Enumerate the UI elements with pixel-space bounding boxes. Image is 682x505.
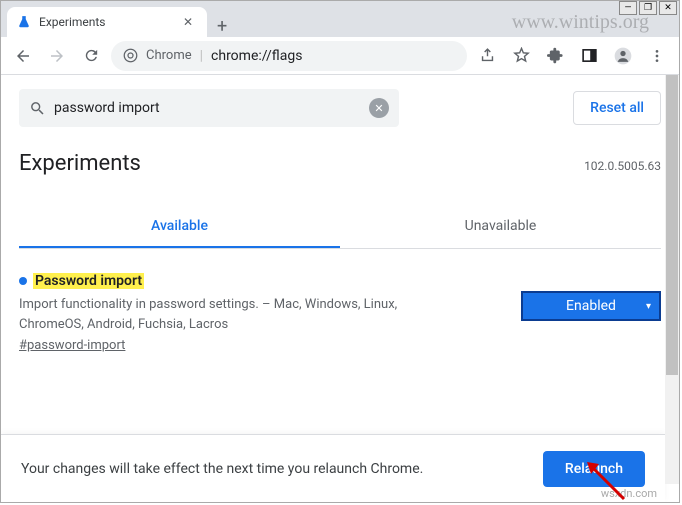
clear-search-icon[interactable]: ✕ — [369, 98, 389, 118]
search-icon — [29, 100, 46, 117]
relaunch-button[interactable]: Relaunch — [543, 451, 645, 487]
relaunch-message: Your changes will take effect the next t… — [21, 461, 531, 477]
tabs-row: Available Unavailable — [19, 206, 661, 249]
back-button[interactable] — [9, 42, 37, 70]
browser-tab-strip: Experiments ✕ + — ❐ ✕ — [1, 1, 679, 37]
bookmark-icon[interactable] — [507, 42, 535, 70]
scrollbar[interactable] — [665, 75, 679, 484]
profile-icon[interactable] — [609, 42, 637, 70]
chrome-version-label: 102.0.5005.63 — [584, 159, 661, 173]
url-separator: | — [200, 48, 203, 64]
reload-button[interactable] — [77, 42, 105, 70]
flag-item: Password import Import functionality in … — [19, 249, 661, 371]
browser-tab[interactable]: Experiments ✕ — [7, 7, 207, 37]
address-bar[interactable]: Chrome | chrome://flags — [111, 41, 467, 71]
reset-all-button[interactable]: Reset all — [573, 91, 661, 125]
chrome-logo-icon — [123, 48, 138, 63]
scrollbar-thumb[interactable] — [666, 75, 678, 375]
page-title: Experiments — [19, 151, 141, 176]
flag-state-dropdown[interactable]: Enabled ▾ — [521, 291, 661, 321]
relaunch-bar: Your changes will take effect the next t… — [1, 434, 665, 502]
tab-available[interactable]: Available — [19, 206, 340, 248]
window-minimize-button[interactable]: — — [619, 1, 637, 15]
flags-search-box[interactable]: ✕ — [19, 89, 399, 127]
chevron-down-icon: ▾ — [646, 301, 651, 312]
flag-title: Password import — [33, 273, 144, 289]
window-maximize-button[interactable]: ❐ — [639, 1, 657, 15]
tab-title: Experiments — [39, 15, 171, 29]
flag-anchor-link[interactable]: #password-import — [19, 338, 125, 353]
modified-dot-icon — [19, 277, 27, 285]
flask-icon — [17, 15, 31, 29]
tab-close-icon[interactable]: ✕ — [179, 14, 197, 30]
search-input[interactable] — [54, 100, 361, 116]
browser-toolbar: Chrome | chrome://flags — [1, 37, 679, 75]
menu-icon[interactable] — [643, 42, 671, 70]
share-icon[interactable] — [473, 42, 501, 70]
page-content: ✕ Reset all Experiments 102.0.5005.63 Av… — [1, 75, 679, 502]
side-panel-icon[interactable] — [575, 42, 603, 70]
flag-state-label: Enabled — [566, 298, 616, 314]
window-close-button[interactable]: ✕ — [659, 1, 677, 15]
forward-button[interactable] — [43, 42, 71, 70]
extensions-icon[interactable] — [541, 42, 569, 70]
url-scheme-label: Chrome — [146, 48, 192, 63]
url-path: chrome://flags — [211, 48, 302, 64]
flag-description: Import functionality in password setting… — [19, 295, 459, 334]
tab-unavailable[interactable]: Unavailable — [340, 206, 661, 248]
new-tab-button[interactable]: + — [207, 16, 237, 37]
